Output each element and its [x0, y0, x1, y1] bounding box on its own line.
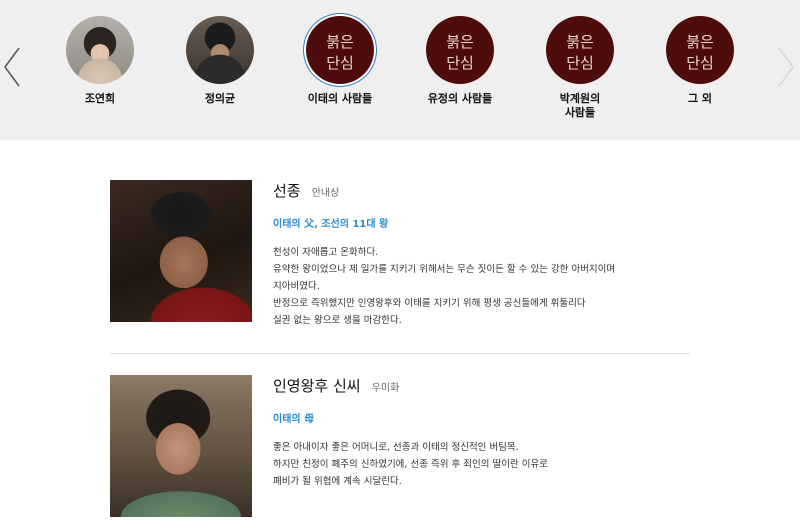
drama-logo: 붉은 단심 [426, 16, 494, 84]
logo-line-2: 단심 [686, 54, 714, 72]
drama-logo: 붉은 단심 [306, 16, 374, 84]
character-name: 인영왕후 신씨 [273, 377, 361, 395]
category-item-jeong-uigyun[interactable]: 정의균 [165, 16, 275, 106]
logo-line-2: 단심 [326, 54, 354, 72]
category-label: 정의균 [204, 92, 236, 105]
logo-line-1: 붉은 [566, 33, 594, 51]
chevron-right-icon [778, 47, 794, 87]
actor-name: 우미화 [371, 383, 400, 394]
description-line: 좋은 아내이자 좋은 어머니로, 선종과 이태의 정신적인 버팀목. [273, 442, 519, 453]
logo-line-2: 단심 [566, 54, 594, 72]
description-line: 반정으로 즉위했지만 인영왕후와 이태를 지키기 위해 평생 공신들에게 휘둘리… [273, 298, 586, 309]
character-description: 천성이 자애롭고 온화하다. 유약한 왕이었으나 제 일가를 지키기 위해서는 … [273, 244, 693, 329]
category-label: 박계원의 사람들 [559, 92, 601, 119]
description-line: 실권 없는 왕으로 생을 마감한다. [273, 315, 402, 326]
character-description: 좋은 아내이자 좋은 어머니로, 선종과 이태의 정신적인 버팀목. 하지만 친… [273, 439, 693, 490]
description-line: 지아비였다. [273, 281, 320, 292]
category-label: 조연희 [84, 92, 116, 105]
category-label: 그 외 [687, 92, 713, 105]
character-photo [110, 375, 252, 517]
character-photo [110, 180, 252, 322]
drama-logo: 붉은 단심 [546, 16, 614, 84]
character-info: 선종 안내상 이태의 父, 조선의 11대 왕 천성이 자애롭고 온화하다. 유… [273, 180, 693, 329]
carousel-next-button[interactable] [776, 45, 796, 89]
category-item-itae-people[interactable]: 붉은 단심 이태의 사람들 [285, 16, 395, 106]
description-line: 유약한 왕이었으나 제 일가를 지키기 위해서는 무슨 짓이든 할 수 있는 강… [273, 264, 616, 275]
carousel-prev-button[interactable] [2, 45, 22, 89]
category-item-bakgyewon-people[interactable]: 붉은 단심 박계원의 사람들 [525, 16, 635, 120]
logo-line-2: 단심 [446, 54, 474, 72]
logo-line-1: 붉은 [686, 33, 714, 51]
actor-name: 안내상 [311, 188, 340, 199]
category-item-cho-yeonhui[interactable]: 조연희 [45, 16, 155, 106]
description-line: 하지만 친정이 폐주의 신하였기에, 선종 즉위 후 죄인의 딸이란 이유로 [273, 459, 548, 470]
character-profile: 인영왕후 신씨 우미화 이태의 母 좋은 아내이자 좋은 어머니로, 선종과 이… [110, 375, 690, 517]
character-info: 인영왕후 신씨 우미화 이태의 母 좋은 아내이자 좋은 어머니로, 선종과 이… [273, 375, 693, 490]
character-profile: 선종 안내상 이태의 父, 조선의 11대 왕 천성이 자애롭고 온화하다. 유… [110, 180, 690, 326]
logo-line-1: 붉은 [446, 33, 474, 51]
description-line: 천성이 자애롭고 온화하다. [273, 247, 379, 258]
category-item-yujeong-people[interactable]: 붉은 단심 유정의 사람들 [405, 16, 515, 106]
category-label: 이태의 사람들 [307, 92, 373, 105]
character-relation: 이태의 母 [273, 414, 315, 425]
character-relation: 이태의 父, 조선의 11대 왕 [273, 219, 389, 230]
category-item-others[interactable]: 붉은 단심 그 외 [645, 16, 755, 106]
drama-logo: 붉은 단심 [666, 16, 734, 84]
description-line: 폐비가 될 위협에 계속 시달린다. [273, 476, 402, 487]
logo-line-1: 붉은 [326, 33, 354, 51]
profile-divider [110, 353, 690, 354]
chevron-left-icon [4, 47, 20, 87]
avatar [66, 16, 134, 84]
character-category-carousel: 조연희 정의균 붉은 단심 이태의 사람들 붉은 단심 유정의 사람들 붉은 단… [0, 0, 800, 140]
category-label: 유정의 사람들 [427, 92, 493, 105]
avatar [186, 16, 254, 84]
character-name: 선종 [273, 182, 301, 200]
